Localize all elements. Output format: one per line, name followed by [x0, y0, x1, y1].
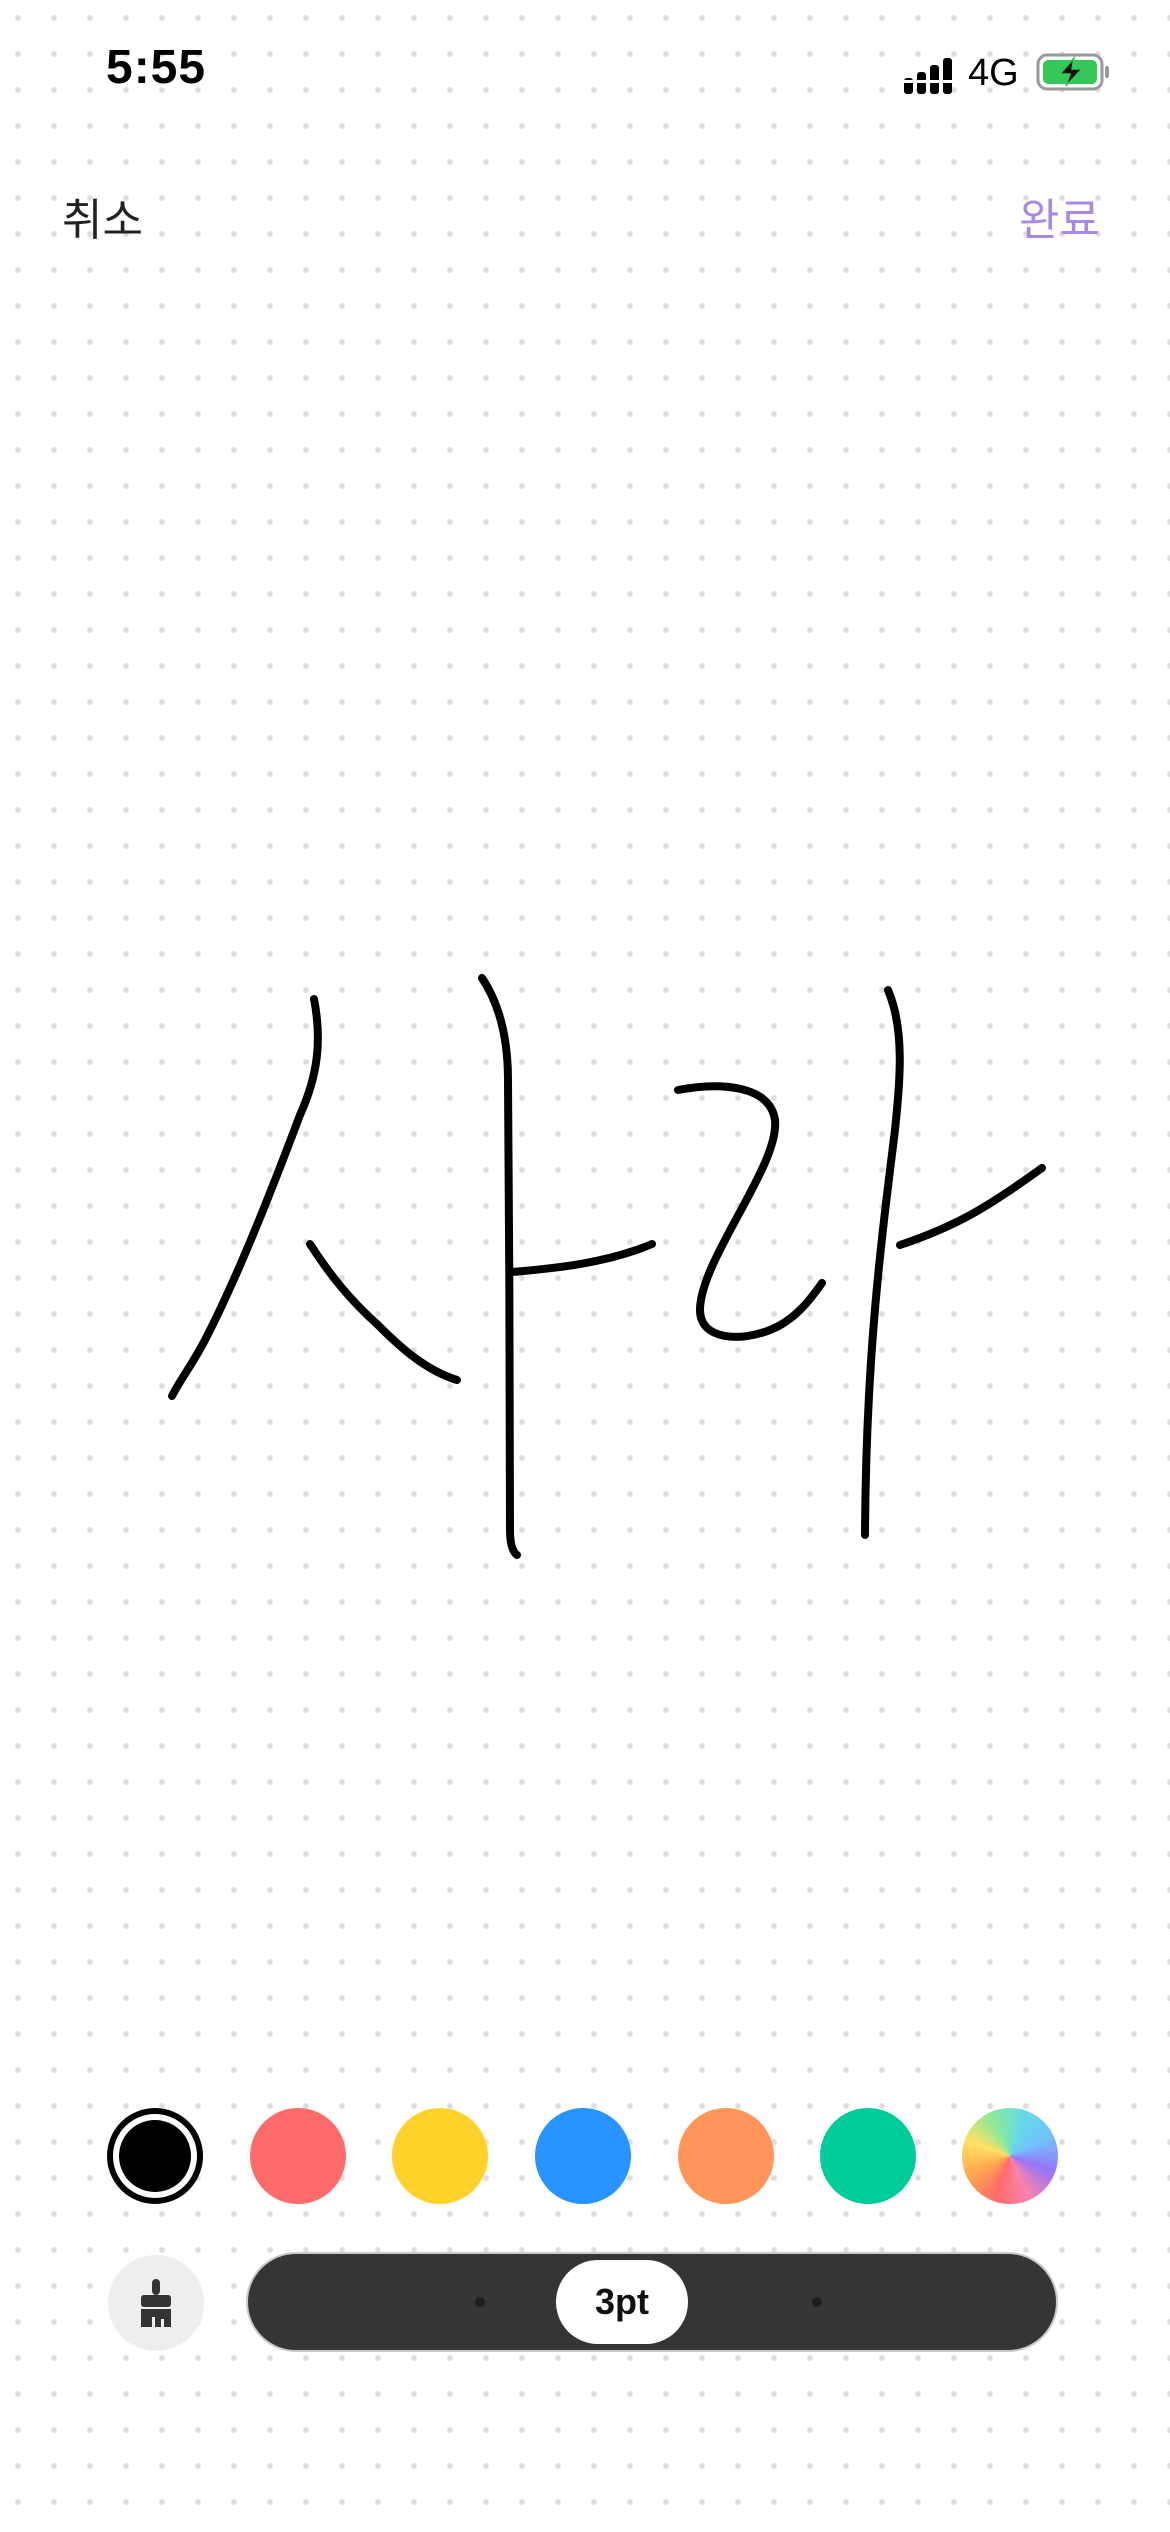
stroke: [861, 986, 904, 1539]
drawing-canvas[interactable]: [0, 260, 1170, 2080]
color-swatch-yellow[interactable]: [392, 2108, 488, 2204]
color-picker-rainbow[interactable]: [962, 2108, 1058, 2204]
handwriting-strokes: [168, 974, 1046, 1559]
color-swatch-red[interactable]: [250, 2108, 346, 2204]
paintbrush-icon: [141, 2279, 171, 2327]
stroke: [478, 974, 521, 1559]
signal-bars-icon: [902, 56, 960, 96]
stroke: [306, 1240, 461, 1384]
color-swatch-blue[interactable]: [535, 2108, 631, 2204]
stroke: [674, 1082, 826, 1341]
stroke-size-thumb[interactable]: 3pt: [556, 2260, 688, 2344]
color-swatch-green[interactable]: [820, 2108, 916, 2204]
slider-tick: [812, 2297, 822, 2307]
color-swatch-black[interactable]: [107, 2108, 203, 2204]
color-swatch-orange[interactable]: [678, 2108, 774, 2204]
stroke-size-slider[interactable]: 3pt: [248, 2254, 1056, 2350]
stroke: [508, 1240, 656, 1276]
stroke: [896, 1164, 1046, 1249]
battery-charging-icon: [1036, 52, 1112, 92]
status-bar: 5:55 4G: [0, 0, 1170, 150]
drawing-toolbar: 3pt: [0, 2080, 1170, 2532]
slider-tick: [475, 2297, 485, 2307]
selected-color-indicator: [119, 2120, 191, 2192]
network-type-label: 4G: [968, 52, 1019, 94]
color-palette: [0, 2108, 1170, 2208]
status-time: 5:55: [106, 41, 207, 94]
done-button[interactable]: 완료: [1019, 184, 1100, 248]
brush-tool-button[interactable]: [108, 2255, 204, 2351]
stroke: [168, 995, 322, 1400]
cancel-button[interactable]: 취소: [62, 184, 143, 248]
